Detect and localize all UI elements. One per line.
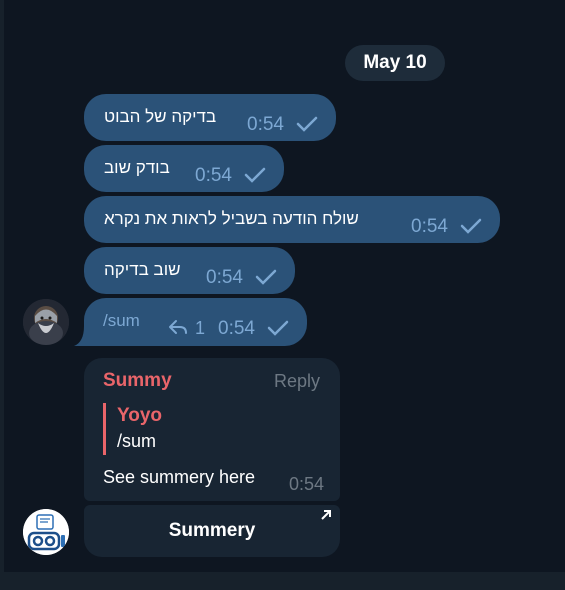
quote-text: /sum: [117, 431, 157, 451]
message-time: 0:54: [195, 165, 232, 186]
bot-avatar[interactable]: [23, 509, 69, 555]
bot-message-bubble[interactable]: Summy Reply Yoyo /sum See summery here 0…: [84, 358, 340, 501]
message-text: שוב בדיקה: [104, 260, 181, 279]
chat-left-border: [0, 0, 4, 590]
message-time: 0:54: [218, 318, 255, 339]
inline-button-label: Summery: [168, 520, 256, 541]
inline-url-button[interactable]: Summery: [84, 505, 340, 557]
message-text: בדיקה של הבוט: [104, 107, 217, 126]
check-icon: [255, 269, 277, 285]
message-bubble[interactable]: שוב בדיקה 0:54: [84, 247, 295, 294]
message-time: 0:54: [411, 216, 448, 237]
message-bubble[interactable]: /sum 1 0:54: [84, 298, 307, 346]
external-link-arrow-icon: [321, 510, 331, 520]
message-text: See summery here: [103, 467, 256, 487]
quoted-message[interactable]: Yoyo /sum: [103, 403, 316, 455]
reply-button[interactable]: Reply: [274, 371, 320, 392]
message-time: 0:54: [288, 474, 324, 494]
message-text: שולח הודעה בשביל לראות את נקרא: [104, 209, 359, 228]
message-time: 0:54: [247, 114, 284, 135]
user-avatar[interactable]: [23, 299, 69, 345]
message-time: 0:54: [206, 267, 243, 288]
check-icon: [267, 320, 289, 336]
date-separator: May 10: [345, 45, 445, 81]
chat-bottom-bar: [0, 572, 565, 590]
message-text: בודק שוב: [104, 158, 170, 177]
message-bubble[interactable]: שולח הודעה בשביל לראות את נקרא 0:54: [84, 196, 500, 243]
check-icon: [460, 218, 482, 234]
reply-arrow-icon[interactable]: [168, 319, 188, 335]
message-text: /sum: [103, 311, 140, 330]
reply-count[interactable]: 1: [195, 318, 205, 339]
sender-name[interactable]: Summy: [103, 370, 172, 392]
check-icon: [296, 116, 318, 132]
message-bubble[interactable]: בודק שוב 0:54: [84, 145, 284, 192]
quote-sender: Yoyo: [117, 405, 163, 426]
check-icon: [244, 167, 266, 183]
message-bubble[interactable]: בדיקה של הבוט 0:54: [84, 94, 336, 141]
